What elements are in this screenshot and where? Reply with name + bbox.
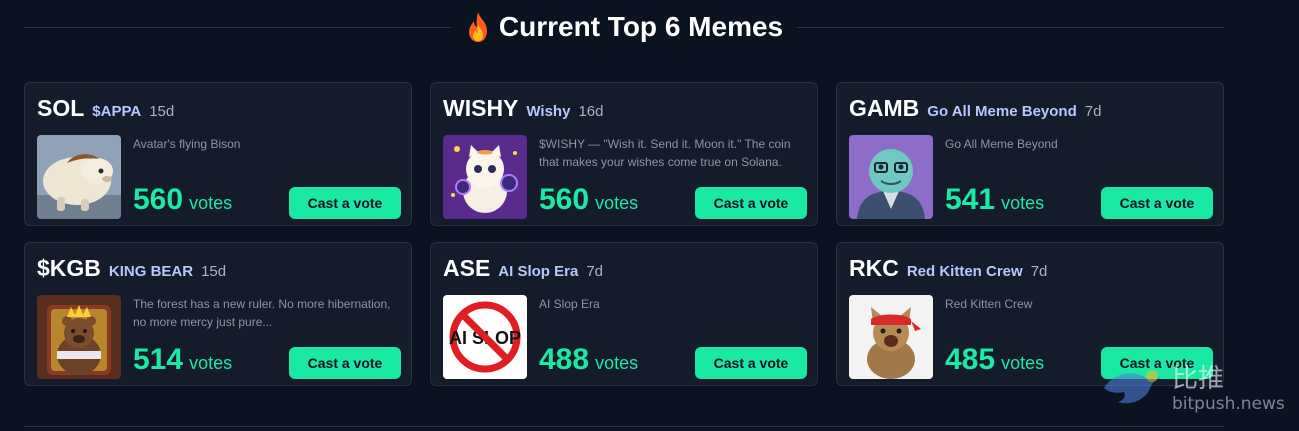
king-bear-image [37, 295, 121, 379]
watermark-text-cn: 比推 [1172, 363, 1225, 393]
meme-age: 7d [1084, 103, 1102, 120]
bitpush-bird-logo [1104, 370, 1160, 404]
meme-name[interactable]: KING BEAR [109, 263, 193, 280]
fire-icon [465, 11, 491, 43]
cast-vote-button[interactable]: Cast a vote [289, 187, 401, 219]
vote-count: 514 votes [133, 343, 232, 377]
cast-vote-button[interactable]: Cast a vote [289, 347, 401, 379]
header-rule-right [797, 26, 1225, 28]
vote-count: 488 votes [539, 343, 638, 377]
card-header: $KGB KING BEAR 15d [37, 255, 226, 285]
meme-card[interactable]: WISHY Wishy 16d $WISHY — "Wish it. Send … [430, 82, 818, 226]
vote-count: 541 votes [945, 183, 1044, 217]
cast-vote-button[interactable]: Cast a vote [1101, 187, 1213, 219]
section-title-text: Current Top 6 Memes [498, 11, 784, 42]
vote-count-label: votes [1001, 193, 1045, 213]
vote-count: 560 votes [539, 183, 638, 217]
meme-ticker: GAMB [849, 95, 920, 121]
bottom-divider [24, 426, 1224, 427]
card-header: RKC Red Kitten Crew 7d [849, 255, 1047, 285]
meme-card[interactable]: SOL $APPA 15d Avatar's flying Bison 560 … [24, 82, 412, 226]
section-header: Current Top 6 Memes [24, 4, 1225, 50]
cast-vote-button[interactable]: Cast a vote [695, 347, 807, 379]
card-header: WISHY Wishy 16d [443, 95, 603, 125]
meme-ticker: SOL [37, 95, 85, 121]
watermark-text-en: bitpush.news [1172, 394, 1285, 414]
vote-count: 560 votes [133, 183, 232, 217]
top-memes-section: Current Top 6 Memes SOL $APPA 15d Avatar… [0, 0, 1299, 431]
meme-name[interactable]: Go All Meme Beyond [927, 103, 1076, 120]
card-header: GAMB Go All Meme Beyond 7d [849, 95, 1101, 125]
meme-description: AI Slop Era [539, 297, 600, 311]
vote-count-number: 541 [945, 183, 996, 216]
meme-card[interactable]: $KGB KING BEAR 15d The forest has a new … [24, 242, 412, 386]
cast-vote-button[interactable]: Cast a vote [695, 187, 807, 219]
card-header: SOL $APPA 15d [37, 95, 174, 125]
meme-name[interactable]: Wishy [526, 103, 570, 120]
meme-description: Red Kitten Crew [945, 297, 1033, 311]
meme-ticker: WISHY [443, 95, 519, 121]
meme-age: 16d [578, 103, 604, 120]
frog-avatar-image [849, 135, 933, 219]
flying-bison-image [37, 135, 121, 219]
vote-count-number: 514 [133, 343, 184, 376]
vote-count-label: votes [595, 353, 639, 373]
header-rule-left [24, 26, 451, 28]
meme-age: 7d [1030, 263, 1048, 280]
meme-ticker: $KGB [37, 255, 101, 281]
bitpush-watermark: 比推 bitpush.news [1100, 356, 1290, 416]
vote-count-label: votes [189, 353, 233, 373]
meme-ticker: ASE [443, 255, 491, 281]
meme-description: The forest has a new ruler. No more hibe… [133, 297, 391, 329]
vote-count-number: 560 [539, 183, 590, 216]
vote-count-number: 485 [945, 343, 996, 376]
vote-count-number: 488 [539, 343, 590, 376]
meme-card-grid: SOL $APPA 15d Avatar's flying Bison 560 … [24, 82, 1226, 386]
meme-name[interactable]: AI Slop Era [498, 263, 578, 280]
meme-name[interactable]: $APPA [92, 103, 141, 120]
meme-description: Go All Meme Beyond [945, 137, 1058, 151]
vote-count-label: votes [189, 193, 233, 213]
meme-age: 15d [149, 103, 175, 120]
red-kitten-image [849, 295, 933, 379]
vote-count-label: votes [1001, 353, 1045, 373]
lucky-cat-image [443, 135, 527, 219]
vote-count-number: 560 [133, 183, 184, 216]
meme-description: $WISHY — "Wish it. Send it. Moon it." Th… [539, 137, 791, 169]
vote-count-label: votes [595, 193, 639, 213]
meme-description: Avatar's flying Bison [133, 137, 241, 151]
meme-age: 7d [586, 263, 604, 280]
meme-card[interactable]: ASE AI Slop Era 7d AI SLOP AI Slop Era 4… [430, 242, 818, 386]
meme-name[interactable]: Red Kitten Crew [907, 263, 1023, 280]
section-title: Current Top 6 Memes [451, 11, 797, 43]
meme-card[interactable]: GAMB Go All Meme Beyond 7d Go All Meme B [836, 82, 1224, 226]
meme-age: 15d [201, 263, 227, 280]
meme-ticker: RKC [849, 255, 899, 281]
vote-count: 485 votes [945, 343, 1044, 377]
ai-slop-sign-image: AI SLOP [443, 295, 527, 379]
card-header: ASE AI Slop Era 7d [443, 255, 603, 285]
